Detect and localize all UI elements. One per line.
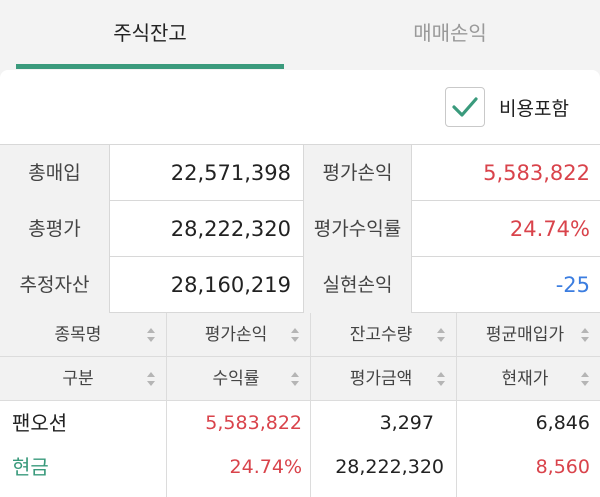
col-header-rate[interactable]: 수익률 <box>166 357 310 401</box>
stock-eval-amount: 28,222,320 <box>335 456 444 478</box>
sort-icon <box>581 328 589 342</box>
col-header-label: 평가손익 <box>204 325 268 345</box>
header-row-1: 종목명 평가손익 잔고수량 평균매입가 <box>0 313 600 357</box>
total-buy-label: 총매입 <box>0 145 110 201</box>
stock-current-price: 8,560 <box>535 456 590 478</box>
include-fee-checkbox[interactable] <box>445 87 485 127</box>
stock-eval-pl: 5,583,822 <box>205 412 302 434</box>
stock-rate: 24.74% <box>229 456 302 478</box>
column-divider <box>166 313 167 497</box>
col-header-label: 평균매입가 <box>485 325 565 345</box>
check-icon <box>452 97 478 117</box>
sort-icon <box>581 372 589 386</box>
col-header-label: 평가금액 <box>349 369 413 389</box>
column-divider <box>456 313 457 497</box>
table-row[interactable]: 팬오션 5,583,822 3,297 6,846 <box>0 401 600 445</box>
include-fee-label: 비용포함 <box>499 97 569 120</box>
sort-icon <box>291 372 299 386</box>
tab-bar: 주식잔고 매매손익 <box>0 0 600 70</box>
summary-row: 추정자산 28,160,219 실현손익 -25 <box>0 257 600 313</box>
include-fee-toggle[interactable]: 비용포함 <box>445 85 569 129</box>
sort-icon <box>147 372 155 386</box>
est-asset-value: 28,160,219 <box>110 257 304 313</box>
tab-stock-balance[interactable]: 주식잔고 <box>16 0 284 66</box>
col-header-avg-price[interactable]: 평균매입가 <box>456 313 600 357</box>
col-header-current-price[interactable]: 현재가 <box>456 357 600 401</box>
col-header-label: 수익률 <box>212 369 260 389</box>
col-header-stock-name[interactable]: 종목명 <box>0 313 166 357</box>
total-buy-value: 22,571,398 <box>110 145 304 201</box>
summary-row: 총평가 28,222,320 평가수익률 24.74% <box>0 201 600 257</box>
col-header-eval-pl[interactable]: 평가손익 <box>166 313 310 357</box>
summary-row: 총매입 22,571,398 평가손익 5,583,822 <box>0 145 600 201</box>
col-header-label: 종목명 <box>54 325 102 345</box>
est-asset-label: 추정자산 <box>0 257 110 313</box>
eval-pl-value: 5,583,822 <box>483 161 590 185</box>
table-row[interactable]: 현금 24.74% 28,222,320 8,560 <box>0 445 600 489</box>
realized-pl-label: 실현손익 <box>304 257 412 313</box>
eval-rate-label: 평가수익률 <box>304 201 412 257</box>
eval-pl-label: 평가손익 <box>304 145 412 201</box>
total-eval-value: 28,222,320 <box>110 201 304 257</box>
sort-icon <box>437 328 445 342</box>
sort-icon <box>437 372 445 386</box>
stock-avg-price: 6,846 <box>535 412 590 434</box>
col-header-label: 잔고수량 <box>349 325 413 345</box>
col-header-eval-amount[interactable]: 평가금액 <box>310 357 456 401</box>
col-header-type[interactable]: 구분 <box>0 357 166 401</box>
col-header-label: 구분 <box>62 369 94 389</box>
sort-icon <box>291 328 299 342</box>
stock-name: 팬오션 <box>12 411 68 435</box>
realized-pl-value: -25 <box>555 273 590 297</box>
col-header-qty[interactable]: 잔고수량 <box>310 313 456 357</box>
eval-rate-value: 24.74% <box>509 217 590 241</box>
stock-qty: 3,297 <box>379 412 434 434</box>
header-row-2: 구분 수익률 평가금액 현재가 <box>0 357 600 401</box>
total-eval-label: 총평가 <box>0 201 110 257</box>
column-divider <box>310 313 311 497</box>
stock-type: 현금 <box>12 455 49 479</box>
tab-trade-profit[interactable]: 매매손익 <box>316 0 584 66</box>
active-tab-indicator <box>16 64 284 69</box>
sort-icon <box>147 328 155 342</box>
summary-table: 총매입 22,571,398 평가손익 5,583,822 총평가 28,222… <box>0 144 600 313</box>
col-header-label: 현재가 <box>501 369 549 389</box>
holdings-table: 종목명 평가손익 잔고수량 평균매입가 구분 수익률 평가금액 현재가 팬오션 … <box>0 313 600 489</box>
